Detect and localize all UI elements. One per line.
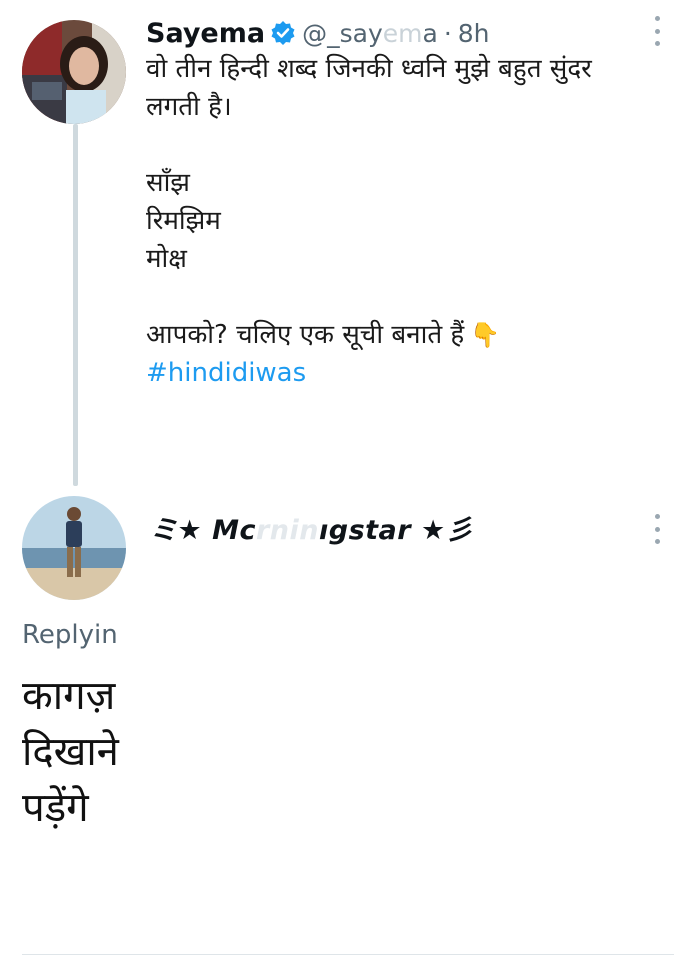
author-avatar[interactable] xyxy=(22,20,126,124)
reply-author-name[interactable]: ミ★ Mcrninıgstar ★彡 xyxy=(150,508,473,547)
author-handle[interactable]: @_sayema xyxy=(302,19,438,48)
author-name[interactable]: Sayema xyxy=(146,18,265,49)
reply-line: कागज़ xyxy=(22,673,116,719)
thread-connector-line xyxy=(73,124,78,486)
tweet-line: रिमझिम xyxy=(146,206,221,236)
hashtag-link[interactable]: #hindidiwas xyxy=(146,354,666,392)
reply-line: दिखाने xyxy=(22,729,119,775)
replying-to-label: Replyin xyxy=(22,620,118,650)
reply-more-icon[interactable] xyxy=(647,514,667,544)
tweet-line: मोक्ष xyxy=(146,244,187,274)
tweet-line: आपको? चलिए एक सूची बनाते हैं 👇 xyxy=(146,320,501,350)
pointing-down-icon: 👇 xyxy=(470,321,501,349)
divider xyxy=(22,954,674,955)
header-separator: · xyxy=(443,18,452,48)
verified-badge-icon xyxy=(270,20,296,46)
reply-text: कागज़ दिखाने पड़ेंगे xyxy=(22,668,119,836)
tweet-header: Sayema @_sayema · 8h xyxy=(146,16,490,50)
tweet-timestamp[interactable]: 8h xyxy=(458,19,490,48)
tweet-line: साँझ xyxy=(146,168,190,198)
reply-line: पड़ेंगे xyxy=(22,785,89,831)
reply-author-avatar[interactable] xyxy=(22,496,126,600)
tweet-line: लगती है। xyxy=(146,92,232,122)
tweet-line: वो तीन हिन्दी शब्द जिनकी ध्वनि मुझे बहुत… xyxy=(146,54,592,84)
tweet-more-icon[interactable] xyxy=(647,16,667,46)
tweet-text: वो तीन हिन्दी शब्द जिनकी ध्वनि मुझे बहुत… xyxy=(146,50,666,392)
